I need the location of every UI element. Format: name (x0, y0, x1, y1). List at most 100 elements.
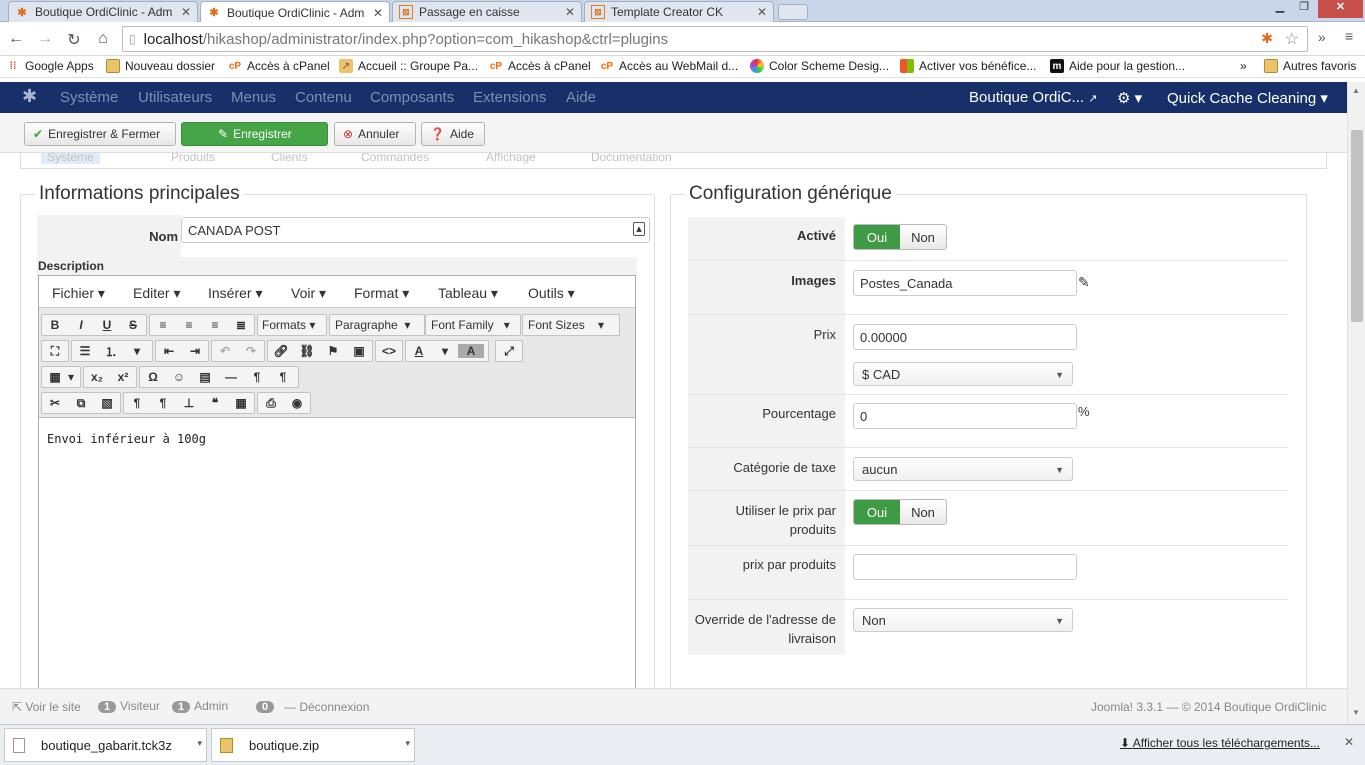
per-product-toggle[interactable]: Oui Non (853, 499, 947, 525)
strikethrough-icon[interactable]: S (120, 318, 146, 332)
superscript-icon[interactable]: x² (110, 370, 136, 384)
close-icon[interactable]: ✕ (757, 5, 767, 19)
download-item[interactable]: boutique.zip ▾ (211, 728, 415, 762)
close-icon[interactable]: ✕ (181, 5, 191, 19)
currency-select[interactable]: $ CAD ▼ (853, 362, 1073, 386)
submenu-system[interactable]: Système (41, 153, 100, 164)
blockquote-icon[interactable]: ❝ (202, 396, 228, 410)
download-item[interactable]: boutique_gabarit.tck3z ▾ (4, 728, 207, 762)
nav-extensions[interactable]: Extensions (473, 89, 546, 106)
indent-icon[interactable]: ⇥ (182, 344, 208, 358)
dropdown-icon[interactable]: ▾ (432, 344, 458, 358)
star-icon[interactable]: ☆ (1285, 29, 1299, 49)
browser-tab[interactable]: ⊠ Passage en caisse ✕ (392, 1, 582, 22)
override-select[interactable]: Non ▼ (853, 608, 1073, 632)
price-input[interactable]: 0.00000 (853, 324, 1077, 350)
close-window-icon[interactable]: ✕ (1318, 0, 1363, 18)
images-input[interactable]: Postes_Canada (853, 270, 1077, 296)
print-icon[interactable]: ⎙ (258, 396, 284, 411)
anchor-icon[interactable]: ⚑ (320, 344, 346, 358)
view-site-link[interactable]: ⇱ Voir le site (12, 700, 81, 714)
bullet-list-icon[interactable]: ☰ (72, 344, 98, 358)
bg-color-icon[interactable]: A (458, 344, 484, 358)
code-icon[interactable]: <> (376, 344, 402, 358)
reload-icon[interactable]: ↻ (64, 30, 84, 50)
scroll-up-icon[interactable]: ▲ (1352, 86, 1360, 95)
nav-menus[interactable]: Menus (231, 89, 276, 106)
outdent-icon[interactable]: ⇤ (156, 344, 182, 358)
table-icon[interactable]: ▦ (42, 370, 68, 384)
price-per-product-input[interactable] (853, 554, 1077, 580)
bookmark-item[interactable]: Nouveau dossier (106, 59, 215, 73)
close-icon[interactable]: ✕ (1344, 735, 1354, 749)
submenu-documentation[interactable]: Documentation (591, 153, 672, 164)
editor-menu-tools[interactable]: Outils ▾ (528, 285, 575, 302)
active-toggle[interactable]: Oui Non (853, 224, 947, 250)
scrollbar-thumb[interactable] (1351, 130, 1363, 322)
show-all-downloads-link[interactable]: ⬇ Afficher tous les téléchargements... (1120, 736, 1320, 750)
nav-content[interactable]: Contenu (295, 89, 352, 106)
rtl-icon[interactable]: ¶ (270, 370, 296, 384)
joomla-ext-icon[interactable]: ✱ (1261, 30, 1273, 47)
submenu-display[interactable]: Affichage (486, 153, 536, 164)
chevron-down-icon[interactable]: ▾ (405, 738, 410, 749)
link-icon[interactable]: 🔗︎ (268, 344, 294, 358)
editor-menu-edit[interactable]: Editer ▾ (133, 285, 181, 302)
scroll-down-icon[interactable]: ▼ (1352, 708, 1360, 717)
back-icon[interactable]: ← (6, 30, 26, 48)
close-icon[interactable]: ✕ (373, 6, 383, 20)
paragraph-icon[interactable]: ¶ (124, 396, 150, 410)
forward-icon[interactable]: → (35, 30, 55, 48)
minimize-icon[interactable]: ▁ (1270, 0, 1290, 18)
close-icon[interactable]: ✕ (565, 5, 575, 19)
omega-icon[interactable]: Ω (140, 370, 166, 384)
align-left-icon[interactable]: ≡ (150, 318, 176, 332)
image-icon[interactable]: ▣ (346, 344, 372, 358)
text-color-icon[interactable]: A (406, 344, 432, 358)
tax-select[interactable]: aucun ▼ (853, 457, 1073, 481)
submenu-orders[interactable]: Commandes (361, 153, 429, 164)
settings-gear-icon[interactable]: ⚙ ▾ (1117, 89, 1142, 107)
submenu-products[interactable]: Produits (171, 153, 215, 164)
italic-icon[interactable]: I (68, 318, 94, 332)
justify-icon[interactable]: ≣ (228, 318, 254, 332)
home-icon[interactable]: ⌂ (93, 30, 113, 48)
chevron-down-icon[interactable]: ▾ (197, 738, 202, 749)
unlink-icon[interactable]: ⛓ (294, 344, 320, 358)
align-right-icon[interactable]: ≡ (202, 318, 228, 332)
preview-icon[interactable]: ◉ (284, 396, 310, 410)
smiley-icon[interactable]: ☺ (166, 370, 192, 384)
ltr-icon[interactable]: ¶ (244, 370, 270, 384)
submenu-clients[interactable]: Clients (271, 153, 308, 164)
cancel-button[interactable]: ⊗ Annuler (334, 122, 416, 146)
browser-tab-active[interactable]: ✱ Boutique OrdiClinic - Adm ✕ (200, 1, 390, 23)
save-close-button[interactable]: ✔ Enregistrer & Fermer (24, 122, 176, 146)
site-link[interactable]: Boutique OrdiC... ↗ (969, 89, 1097, 106)
editor-menu-format[interactable]: Format ▾ (354, 285, 409, 302)
other-bookmarks[interactable]: Autres favoris (1264, 59, 1356, 73)
visual-blocks-icon[interactable]: ¶ (150, 396, 176, 410)
binoculars-icon[interactable]: ⛶ (42, 344, 68, 359)
maximize-icon[interactable]: ❐ (1294, 0, 1314, 18)
bold-icon[interactable]: B (42, 318, 68, 332)
per-product-no-button[interactable]: Non (900, 500, 946, 524)
bookmark-item[interactable]: cP Accès au WebMail d... (600, 59, 738, 73)
chrome-menu-icon[interactable]: ≡ (1345, 28, 1353, 44)
subscript-icon[interactable]: x₂ (84, 370, 110, 384)
save-button[interactable]: ✎ Enregistrer (181, 122, 328, 146)
redo-icon[interactable]: ↷ (238, 344, 264, 358)
editor-menu-file[interactable]: Fichier ▾ (52, 285, 105, 302)
contact-card-icon[interactable]: ▴ (633, 222, 645, 236)
nav-components[interactable]: Composants (370, 89, 454, 106)
nav-system[interactable]: Système (60, 89, 118, 106)
bookmark-item[interactable]: cP Accès à cPanel (489, 59, 591, 73)
nonbreaking-icon[interactable]: ⊥ (176, 396, 202, 410)
editor-menu-insert[interactable]: Insérer ▾ (208, 285, 263, 302)
bookmark-item[interactable]: ↗ Accueil :: Groupe Pa... (339, 59, 478, 73)
per-product-yes-button[interactable]: Oui (854, 500, 900, 524)
help-button[interactable]: ❓ Aide (421, 122, 485, 146)
address-bar[interactable]: ▯ localhost/hikashop/administrator/index… (122, 26, 1308, 52)
pencil-icon[interactable]: ✎ (1078, 274, 1090, 291)
paste-icon[interactable]: ▧ (94, 396, 120, 410)
bookmarks-more-icon[interactable]: » (1240, 59, 1247, 73)
